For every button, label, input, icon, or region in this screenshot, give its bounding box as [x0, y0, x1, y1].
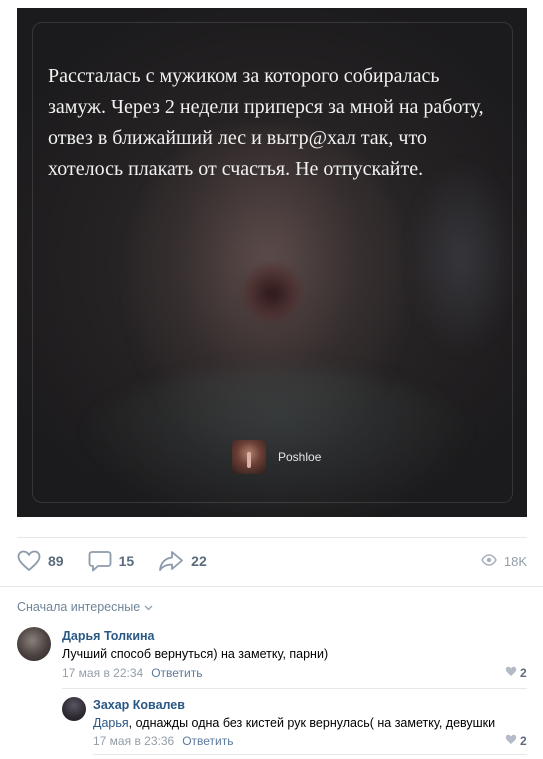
comments-sort-selector[interactable]: Сначала интересные — [17, 600, 153, 614]
brand-avatar — [232, 440, 266, 474]
comment-like-count: 2 — [520, 666, 527, 680]
post-action-bar: 89 15 22 18K — [17, 546, 527, 576]
brand-watermark: Poshloe — [232, 440, 321, 474]
reply-button[interactable]: Ответить — [151, 666, 202, 680]
like-button[interactable]: 89 — [17, 550, 64, 572]
comment-like-button[interactable]: 2 — [505, 734, 527, 748]
chevron-down-icon — [144, 600, 153, 614]
share-arrow-icon — [158, 550, 184, 572]
reply-button[interactable]: Ответить — [182, 734, 233, 748]
comment-date[interactable]: 17 мая в 22:34 — [62, 666, 143, 680]
comment-text: Дарья, однажды одна без кистей рук верну… — [93, 716, 495, 730]
comment-like-count: 2 — [520, 734, 527, 748]
speech-bubble-icon — [88, 550, 112, 572]
share-count: 22 — [191, 553, 207, 569]
comment-like-button[interactable]: 2 — [505, 666, 527, 680]
views-counter: 18K — [481, 554, 527, 569]
comment-meta: 17 мая в 22:34 Ответить — [62, 666, 202, 680]
small-heart-icon — [505, 734, 517, 748]
comment-date[interactable]: 17 мая в 23:36 — [93, 734, 174, 748]
comment-author[interactable]: Дарья Толкина — [62, 629, 155, 643]
comment-divider — [62, 688, 527, 689]
mention-link[interactable]: Дарья — [93, 716, 129, 730]
brand-name: Poshloe — [278, 450, 322, 464]
comment-text: Лучший способ вернуться) на заметку, пар… — [62, 647, 329, 661]
views-count: 18K — [503, 553, 527, 569]
avatar[interactable] — [62, 697, 86, 721]
eye-icon — [481, 553, 497, 569]
share-button[interactable]: 22 — [158, 550, 207, 572]
post-quote-text: Рассталась с мужиком за которого собирал… — [48, 65, 484, 180]
post-divider-bottom — [0, 586, 543, 587]
like-count: 89 — [48, 553, 64, 569]
post-divider-top — [17, 537, 527, 538]
comments-sort-label: Сначала интересные — [17, 600, 141, 614]
comment-divider — [93, 754, 527, 755]
heart-icon — [17, 550, 41, 572]
avatar[interactable] — [17, 627, 51, 661]
comment-count: 15 — [118, 553, 135, 569]
comment-text-body: , однажды одна без кистей рук вернулась(… — [128, 716, 496, 730]
comment-meta: 17 мая в 23:36 Ответить — [93, 734, 233, 748]
comment-author[interactable]: Захар Ковалев — [93, 698, 185, 712]
comment-button[interactable]: 15 — [88, 550, 135, 572]
small-heart-icon — [505, 666, 517, 680]
post-image[interactable]: Рассталась с мужиком за которого собирал… — [17, 8, 527, 517]
